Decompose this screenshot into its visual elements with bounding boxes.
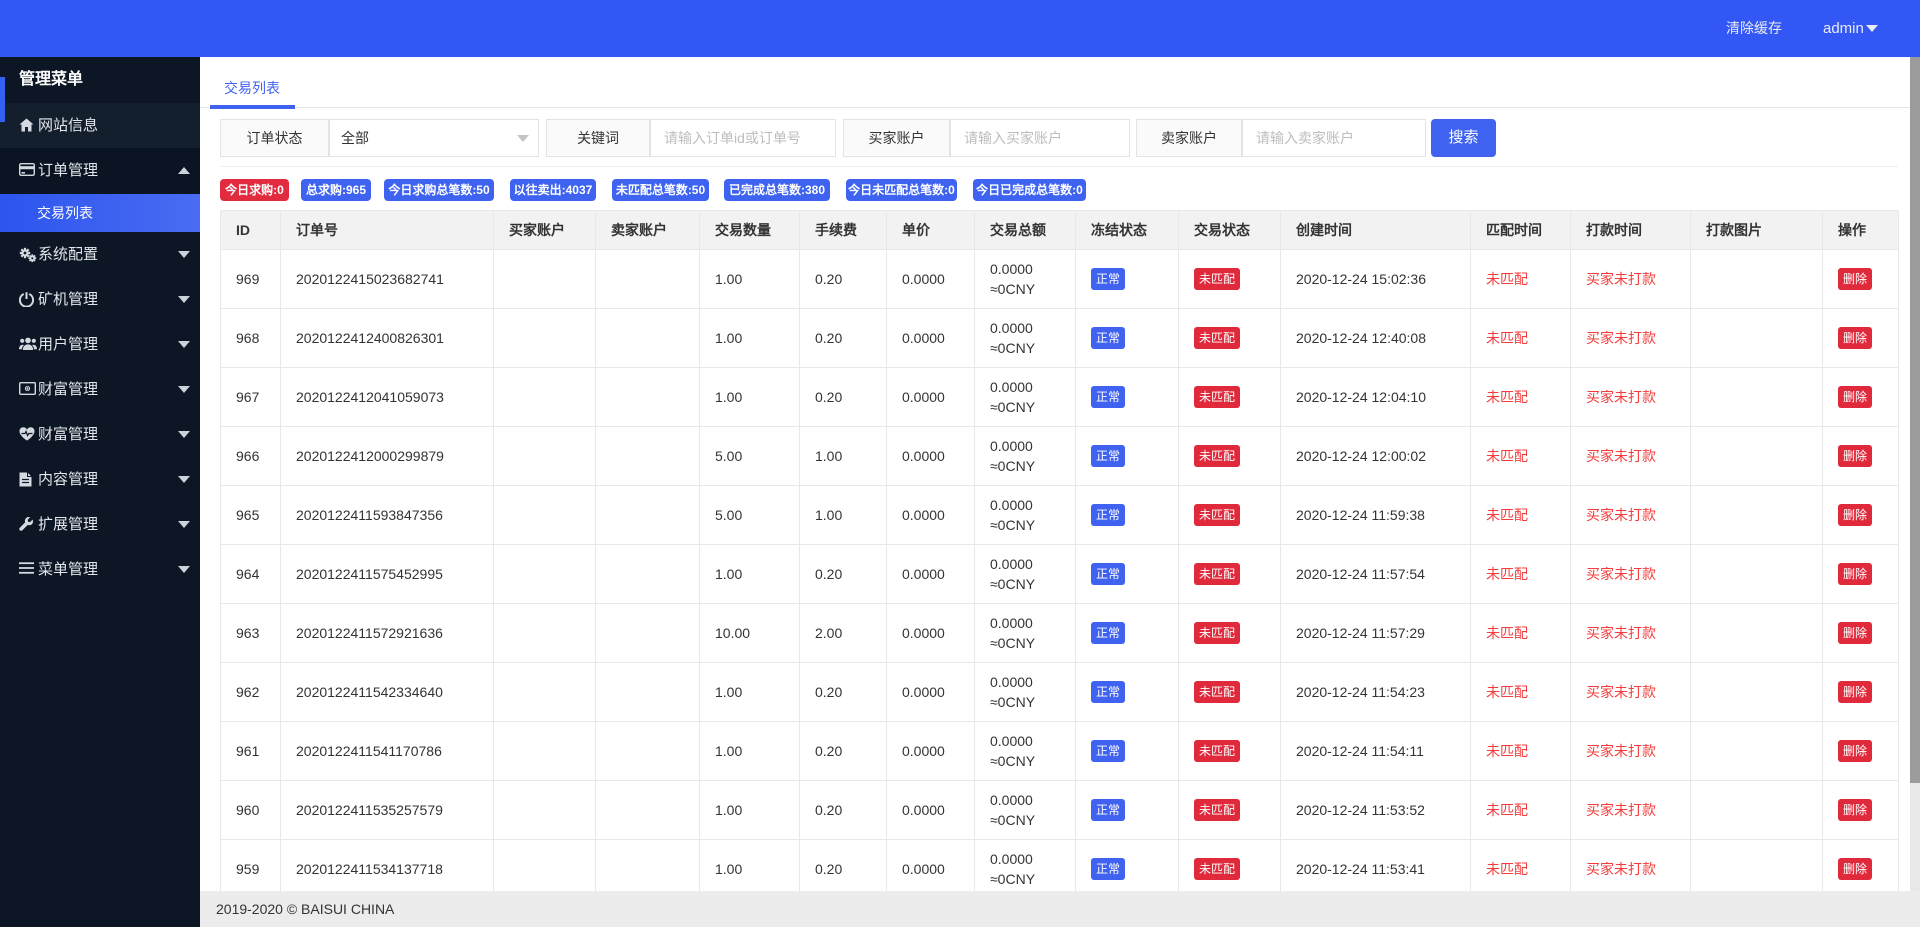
svg-text:0: 0	[26, 386, 29, 392]
